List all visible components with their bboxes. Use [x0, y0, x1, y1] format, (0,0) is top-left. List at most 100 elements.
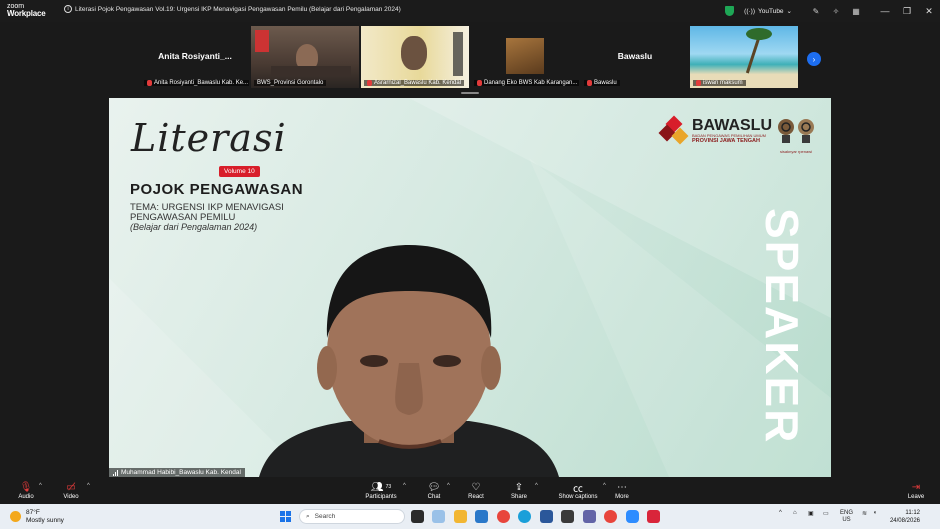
task-view-icon[interactable]	[411, 510, 424, 523]
captions-label: Show captions	[558, 494, 598, 500]
video-button[interactable]: ▭̸ Video	[58, 480, 84, 501]
participants-label: Participants	[365, 494, 397, 500]
mic-muted-icon	[147, 80, 152, 86]
audio-button[interactable]: 🎙︎ Audio	[14, 480, 38, 501]
next-page-button[interactable]: ›	[807, 52, 821, 66]
layout-grid-icon[interactable]: ▦	[846, 7, 866, 16]
tray-overflow-icon[interactable]: ^	[779, 510, 782, 516]
show-captions-button[interactable]: ㏄ Show captions	[556, 480, 600, 501]
participant-tile[interactable]: Bawaslu Bawaslu	[581, 26, 689, 88]
sparkle-icon[interactable]: ✧	[826, 7, 846, 16]
youtube-stream-button[interactable]: ((·)) YouTube ⌄	[744, 7, 792, 16]
pin-icon[interactable]: ✎	[806, 7, 826, 16]
participant-tile[interactable]: BWS_Provinsi Gorontalo	[251, 26, 359, 88]
chat-button[interactable]: 💬︎ Chat	[424, 480, 444, 501]
share-label: Share	[510, 494, 527, 500]
participant-label: Danang Eko BWS Kab Karangan...	[474, 80, 579, 86]
heart-icon: ♡	[471, 481, 481, 493]
share-button[interactable]: ⇪ Share	[508, 480, 530, 501]
widgets-app-icon[interactable]	[432, 510, 445, 523]
tray-app-icon[interactable]: ▣	[808, 510, 814, 517]
leave-button[interactable]: ⇥ Leave	[904, 480, 928, 501]
file-explorer-icon[interactable]	[454, 510, 467, 523]
title-bar: zoom Workplace i Literasi Pojok Pengawas…	[0, 0, 940, 22]
chrome-profile-icon[interactable]	[604, 510, 617, 523]
participant-label-text: iswan maksum	[703, 80, 743, 86]
more-button[interactable]: ⋯ More	[612, 480, 632, 501]
participants-icon: 👥︎ 73	[370, 481, 392, 493]
app-icon[interactable]	[561, 510, 574, 523]
mascot-caption: sisaknyar rpenawi	[779, 149, 812, 154]
palm-leaves-image	[746, 28, 772, 40]
info-icon[interactable]: i	[64, 5, 72, 13]
edge-icon[interactable]	[518, 510, 531, 523]
participant-strip: Anita Rosiyanti_... Anita Rosiyanti_Bawa…	[0, 22, 940, 97]
more-dots-icon: ⋯	[617, 481, 627, 493]
participant-label-text: Bawaslu	[594, 80, 617, 86]
mail-app-icon[interactable]	[475, 510, 488, 523]
share-arrow-icon: ⇪	[514, 481, 524, 493]
sun-weather-icon	[10, 511, 21, 522]
participant-label: Anita Rosiyanti_Bawaslu Kab. Ke...	[144, 80, 249, 86]
mic-muted-icon	[477, 80, 482, 86]
logo-line-2: Workplace	[7, 9, 46, 18]
participant-label: iswan maksum	[693, 80, 746, 86]
mic-muted-icon	[696, 80, 701, 86]
chat-bubble-icon: 💬︎	[427, 481, 441, 493]
participant-tile[interactable]: Asrarnizal_Bawaslu Kab. Kendal	[361, 26, 469, 88]
react-button[interactable]: ♡ React	[465, 480, 487, 501]
temperature: 87°F	[26, 509, 40, 516]
search-icon: ⌕	[306, 512, 310, 520]
windows-start-icon[interactable]	[280, 511, 291, 522]
taskbar-clock[interactable]: 11:12 24/08/2026	[870, 509, 920, 525]
share-options-caret[interactable]: ^	[535, 483, 538, 489]
minimize-button[interactable]: —	[874, 6, 896, 16]
banner-image	[453, 32, 463, 76]
participant-display-name: Anita Rosiyanti_...	[158, 51, 232, 61]
participant-display-name: Bawaslu	[617, 51, 653, 61]
clock-date: 24/08/2026	[889, 518, 920, 524]
chrome-icon[interactable]	[497, 510, 510, 523]
speaker-name: Muhammad Habibi_Bawaslu Kab. Kendal	[121, 469, 241, 476]
wifi-icon[interactable]: ≋	[862, 510, 867, 517]
participant-label-text: Danang Eko BWS Kab Karangan...	[484, 80, 578, 86]
close-button[interactable]: ✕	[918, 6, 940, 17]
network-icon[interactable]: ⌂	[793, 510, 797, 516]
desk-image	[271, 66, 351, 76]
participants-button[interactable]: 👥︎ 73 Participants	[362, 480, 400, 501]
mic-muted-icon	[587, 80, 592, 86]
teams-icon[interactable]	[583, 510, 596, 523]
leave-icon: ⇥	[911, 481, 921, 493]
taskbar-search[interactable]: ⌕ Search	[299, 509, 405, 524]
video-options-caret[interactable]: ^	[87, 483, 90, 489]
language-indicator[interactable]: ENG US	[840, 510, 853, 524]
audio-options-caret[interactable]: ^	[39, 483, 42, 489]
volume-badge: Volume 10	[219, 166, 260, 177]
strip-drag-handle[interactable]	[461, 92, 479, 94]
captions-icon: ㏄	[573, 483, 583, 495]
bawaslu-logo: BAWASLU BADAN PENGAWAS PEMILIHAN UMUM PR…	[658, 115, 772, 145]
participant-tile[interactable]: Anita Rosiyanti_... Anita Rosiyanti_Bawa…	[141, 26, 249, 88]
office-app-icon[interactable]	[647, 510, 660, 523]
weather-widget[interactable]: 87°F Mostly sunny	[10, 509, 64, 525]
participant-tile[interactable]: Danang Eko BWS Kab Karangan...	[471, 26, 579, 88]
chat-options-caret[interactable]: ^	[447, 483, 450, 489]
word-icon[interactable]	[540, 510, 553, 523]
camera-off-icon: ▭̸	[66, 481, 76, 493]
display-icon[interactable]: ▭	[823, 510, 829, 517]
maximize-button[interactable]: ❐	[896, 6, 918, 17]
meeting-title[interactable]: i Literasi Pojok Pengawasan Vol.19: Urge…	[64, 5, 401, 13]
participant-label: Asrarnizal_Bawaslu Kab. Kendal	[364, 80, 465, 86]
theme-block: TEMA: URGENSI IKP MENAVIGASI PENGAWASAN …	[130, 203, 284, 223]
participant-tile[interactable]: iswan maksum	[690, 26, 798, 88]
mic-muted-icon	[367, 80, 372, 86]
participants-options-caret[interactable]: ^	[403, 483, 406, 489]
participants-count: 73	[385, 484, 392, 490]
security-shield-icon[interactable]	[725, 6, 735, 16]
main-video: Literasi Volume 10 POJOK PENGAWASAN TEMA…	[109, 98, 831, 477]
captions-options-caret[interactable]: ^	[603, 483, 606, 489]
avatar	[506, 38, 544, 74]
zoom-app-icon[interactable]	[626, 510, 639, 523]
chevron-down-icon: ⌄	[786, 8, 792, 15]
chat-label: Chat	[427, 494, 441, 500]
